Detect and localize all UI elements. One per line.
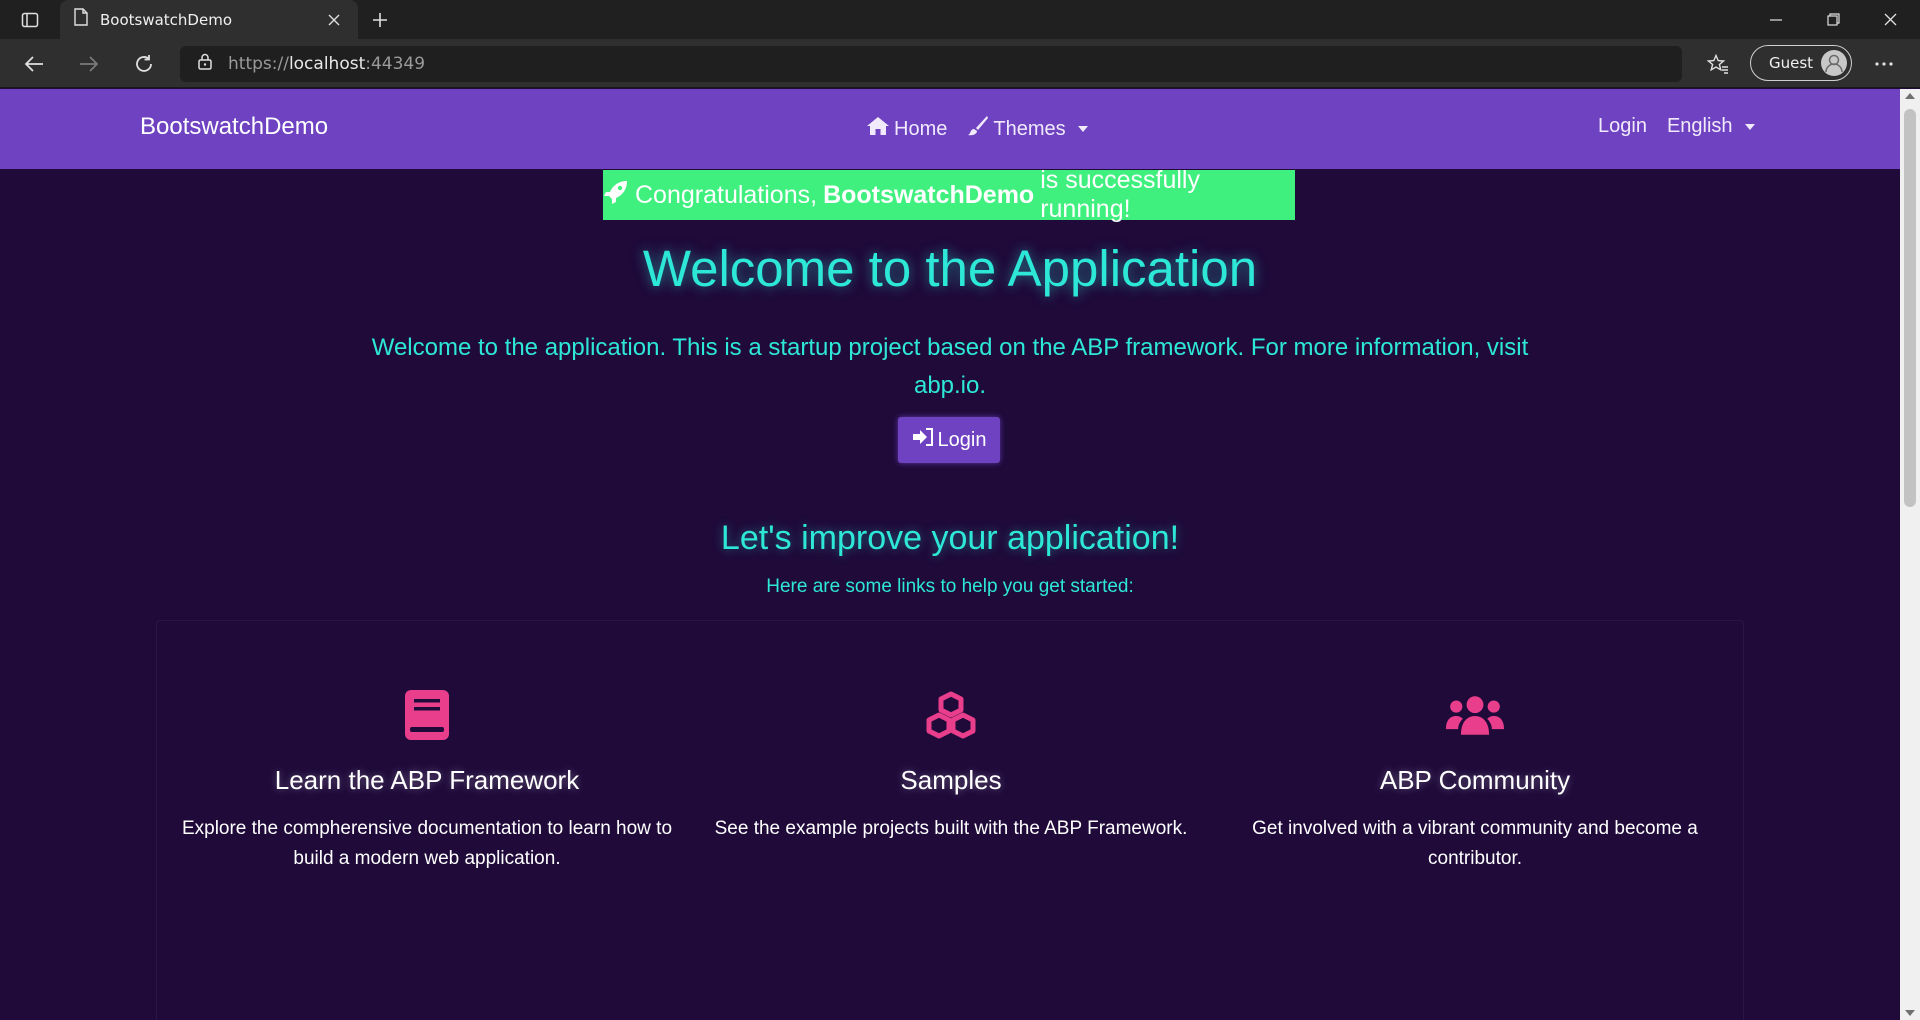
chevron-down-icon (1077, 126, 1088, 132)
nav-login-link[interactable]: Login (1598, 115, 1647, 138)
scroll-up-arrow-icon[interactable] (1905, 93, 1915, 99)
rocket-icon (603, 179, 629, 212)
minimize-icon[interactable] (1748, 0, 1804, 39)
nav-home-link[interactable]: Home (866, 116, 947, 142)
improve-subtitle: Here are some links to help you get star… (766, 576, 1134, 597)
feature-community[interactable]: ABP Community Get involved with a vibran… (1225, 685, 1725, 874)
new-tab-icon[interactable] (364, 5, 396, 35)
page-scrollbar[interactable] (1900, 89, 1920, 1020)
page-icon (74, 8, 88, 31)
restore-icon[interactable] (1805, 0, 1861, 39)
close-window-icon[interactable] (1862, 0, 1918, 39)
paint-brush-icon (967, 115, 989, 143)
profile-label: Guest (1769, 54, 1814, 72)
login-button-label: Login (937, 428, 987, 451)
scrollbar-thumb[interactable] (1904, 109, 1916, 507)
navbar-main-menu: Home Themes (866, 115, 1088, 143)
feature-title: ABP Community (1379, 765, 1571, 795)
page-viewport: BootswatchDemo Home Themes Login English (0, 89, 1900, 1020)
language-dropdown[interactable]: English (1667, 115, 1755, 138)
feature-samples[interactable]: Samples See the example projects built w… (701, 685, 1201, 844)
feature-description: Explore the compherensive documentation … (181, 818, 673, 869)
browser-tab-bar: BootswatchDemo (0, 0, 1920, 39)
address-bar[interactable]: https://localhost:44349 (180, 46, 1682, 82)
lock-icon (198, 53, 212, 75)
nav-home-label: Home (894, 117, 948, 140)
nav-themes-label: Themes (993, 117, 1066, 140)
more-options-icon[interactable] (1866, 47, 1902, 81)
chevron-down-icon (1744, 123, 1755, 130)
home-icon (866, 116, 890, 142)
tab-title: BootswatchDemo (100, 10, 233, 29)
close-tab-icon[interactable] (322, 8, 346, 32)
nav-themes-dropdown[interactable]: Themes (967, 115, 1088, 143)
feature-description: Get involved with a vibrant community an… (1252, 818, 1698, 869)
browser-toolbar: https://localhost:44349 Guest (0, 39, 1920, 88)
back-arrow-icon[interactable] (16, 47, 52, 81)
tab-actions-icon[interactable] (14, 6, 46, 34)
feature-title: Samples (900, 765, 1002, 795)
alert-prefix: Congratulations, (635, 180, 818, 209)
navbar-user-menu: Login English (1598, 115, 1755, 138)
alert-app-name: BootswatchDemo (823, 180, 1035, 209)
favorites-icon[interactable] (1700, 47, 1736, 81)
feature-learn[interactable]: Learn the ABP Framework Explore the comp… (177, 685, 677, 874)
success-alert: Congratulations, BootswatchDemo is succe… (603, 166, 1295, 223)
cubes-icon (921, 685, 981, 745)
users-icon (1445, 685, 1505, 745)
refresh-icon[interactable] (126, 47, 162, 81)
url-text: https://localhost:44349 (228, 54, 426, 74)
improve-heading: Let's improve your application! (720, 519, 1180, 557)
browser-tab[interactable]: BootswatchDemo (60, 0, 358, 39)
language-label: English (1666, 115, 1733, 137)
login-button[interactable]: Login (898, 417, 1000, 463)
book-icon (397, 685, 457, 745)
scroll-down-arrow-icon[interactable] (1905, 1010, 1915, 1016)
avatar-icon (1821, 50, 1847, 76)
page-title: Welcome to the Application (642, 240, 1258, 297)
navbar-brand[interactable]: BootswatchDemo (140, 113, 328, 141)
sign-in-icon (912, 428, 934, 452)
feature-title: Learn the ABP Framework (274, 765, 580, 795)
app-navbar: BootswatchDemo Home Themes Login English (0, 89, 1900, 169)
links-card: Learn the ABP Framework Explore the comp… (156, 620, 1744, 1020)
profile-button[interactable]: Guest (1750, 45, 1852, 81)
forward-arrow-icon[interactable] (71, 47, 107, 81)
alert-suffix: is successfully running! (1040, 166, 1200, 223)
page-lead: Welcome to the application. This is a st… (371, 334, 1529, 399)
feature-description: See the example projects built with the … (714, 818, 1188, 839)
